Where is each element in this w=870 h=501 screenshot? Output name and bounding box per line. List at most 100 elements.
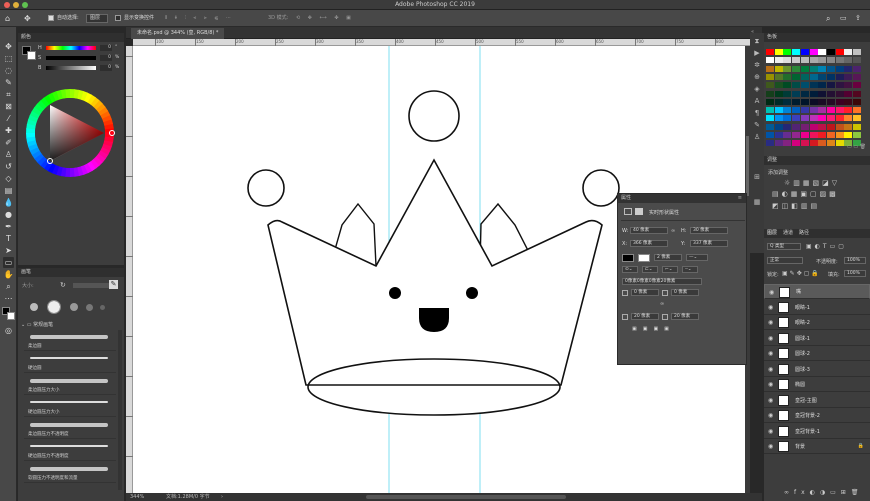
swatch[interactable] xyxy=(818,140,827,147)
visibility-eye-icon[interactable]: ◉ xyxy=(769,289,774,296)
swatch[interactable] xyxy=(853,90,861,97)
mask-tab-icon[interactable] xyxy=(635,208,643,215)
channels-icon[interactable]: ⊕ xyxy=(753,73,761,81)
swatch[interactable] xyxy=(818,90,827,97)
brush-item[interactable]: 软圆压力不透明度和流量 xyxy=(24,462,116,483)
swatch[interactable] xyxy=(826,73,835,80)
brush-tool-icon[interactable]: ✐ xyxy=(3,137,14,148)
swatch[interactable] xyxy=(853,82,861,89)
swatch[interactable] xyxy=(783,65,792,72)
swatch[interactable] xyxy=(844,73,853,80)
horizontal-scroll-thumb[interactable] xyxy=(366,495,566,499)
swatch[interactable] xyxy=(826,98,835,105)
brush-preset-small[interactable] xyxy=(30,303,38,311)
swatch[interactable] xyxy=(818,65,827,72)
layer-row[interactable]: ◉ 嘴 xyxy=(764,284,870,299)
layer-name[interactable]: 圆球-1 xyxy=(795,335,810,342)
swatch[interactable] xyxy=(844,82,853,89)
swatch[interactable] xyxy=(800,132,809,138)
corner-radius-3[interactable]: 20 像素 xyxy=(631,313,659,320)
brush-preset-soft[interactable] xyxy=(70,303,78,311)
swatch[interactable] xyxy=(774,57,783,64)
swatch[interactable] xyxy=(783,57,792,64)
swatch[interactable] xyxy=(826,90,835,97)
swatch[interactable] xyxy=(809,57,818,64)
swatch[interactable] xyxy=(800,123,809,130)
swatch[interactable] xyxy=(853,123,861,130)
swatch[interactable] xyxy=(826,65,835,72)
swatch[interactable] xyxy=(809,90,818,97)
brush-item[interactable]: 硬边圆 xyxy=(24,352,116,373)
more-tools-icon[interactable]: ⋯ xyxy=(3,293,14,304)
layer-filter-icons[interactable]: ▣◐T▭▢ xyxy=(806,243,847,250)
swatch[interactable] xyxy=(853,132,861,138)
height-input[interactable]: 30 像素 xyxy=(690,227,728,234)
swatch[interactable] xyxy=(774,140,783,147)
libraries-icon[interactable]: ▦ xyxy=(753,198,761,206)
layer-footer-icons[interactable]: ∞fx◐◑▭⊞🗑 xyxy=(784,489,863,496)
swatch[interactable] xyxy=(783,82,792,89)
adjustment-row-2-icons[interactable]: ▤◐▦▣▢▨▩ xyxy=(772,190,839,198)
swatch[interactable] xyxy=(809,107,818,114)
stroke-style-dropdown[interactable]: —⌄ xyxy=(686,254,708,261)
background-color-swatch[interactable] xyxy=(7,312,15,320)
paragraph-icon[interactable]: ¶ xyxy=(753,109,761,117)
swatch[interactable] xyxy=(853,73,861,80)
properties-menu-icon[interactable]: ≡ xyxy=(738,195,742,201)
horizontal-ruler[interactable]: 100 150 200 250 300 350 400 450 500 550 600 650 700 7… xyxy=(133,39,750,46)
swatch[interactable] xyxy=(800,107,809,114)
swatch[interactable] xyxy=(853,98,861,105)
swatch[interactable] xyxy=(774,82,783,89)
corner-radius-summary[interactable]: 0像素0像素0像素20像素 xyxy=(622,278,702,285)
swatch[interactable] xyxy=(792,65,801,72)
3d-mode-icons[interactable]: ⟲ ✥ ⟷ ✤ ▣ xyxy=(296,14,354,23)
corner-checkbox-1[interactable] xyxy=(622,290,628,296)
layer-name[interactable]: 背景 xyxy=(795,443,805,450)
crop-tool-icon[interactable]: ⌗ xyxy=(3,89,14,100)
character-icon[interactable]: A xyxy=(753,97,761,105)
brush-item[interactable]: 柔边圆压力不透明度 xyxy=(24,418,116,439)
swatch[interactable] xyxy=(826,49,835,55)
width-input[interactable]: 40 像素 xyxy=(630,227,668,234)
blend-mode-dropdown[interactable]: 正常 xyxy=(767,257,803,264)
swatch[interactable] xyxy=(783,73,792,80)
opacity-input[interactable]: 100% xyxy=(844,257,866,264)
status-arrow-icon[interactable]: › xyxy=(221,493,223,501)
visibility-eye-icon[interactable]: ◉ xyxy=(768,335,773,342)
layer-row[interactable]: ◉ 圆球-2 xyxy=(764,346,870,361)
swatch[interactable] xyxy=(774,107,783,114)
workspace-icon[interactable]: ▭ xyxy=(840,14,847,23)
visibility-eye-icon[interactable]: ◉ xyxy=(768,428,773,435)
swatch[interactable] xyxy=(766,98,774,105)
corner-checkbox-2[interactable] xyxy=(662,290,668,296)
corner-radius-2[interactable]: 0 像素 xyxy=(671,289,699,296)
swatch[interactable] xyxy=(792,98,801,105)
swatch[interactable] xyxy=(835,57,844,64)
swatch[interactable] xyxy=(766,57,774,64)
swatch[interactable] xyxy=(783,107,792,114)
swatch[interactable] xyxy=(792,123,801,130)
swatch[interactable] xyxy=(774,49,783,55)
corner-checkbox-3[interactable] xyxy=(622,314,628,320)
hsb-value[interactable]: 0 xyxy=(100,55,112,61)
swatch[interactable] xyxy=(818,98,827,105)
swatch[interactable] xyxy=(835,123,844,130)
layer-row[interactable]: ◉ 眼睛-1 xyxy=(764,300,870,315)
swatch[interactable] xyxy=(835,107,844,114)
swatch[interactable] xyxy=(835,140,844,147)
tab-channels[interactable]: 通道 xyxy=(780,230,796,236)
tab-layers[interactable]: 图层 xyxy=(764,230,780,236)
tab-paths[interactable]: 路径 xyxy=(796,230,812,236)
eraser-tool-icon[interactable]: ◇ xyxy=(3,173,14,184)
swatch[interactable] xyxy=(844,65,853,72)
swatch[interactable] xyxy=(835,90,844,97)
vertical-ruler[interactable] xyxy=(126,46,133,497)
auto-select-checkbox[interactable] xyxy=(48,15,54,21)
stroke-dash-dropdown[interactable]: ┄⌄ xyxy=(682,266,698,273)
swatch[interactable] xyxy=(783,49,792,55)
brush-item[interactable]: 硬边圆压力大小 xyxy=(24,396,116,417)
visibility-eye-icon[interactable]: ◉ xyxy=(768,319,773,326)
swatch[interactable] xyxy=(809,73,818,80)
swatch[interactable] xyxy=(792,107,801,114)
history-brush-tool-icon[interactable]: ↺ xyxy=(3,161,14,172)
